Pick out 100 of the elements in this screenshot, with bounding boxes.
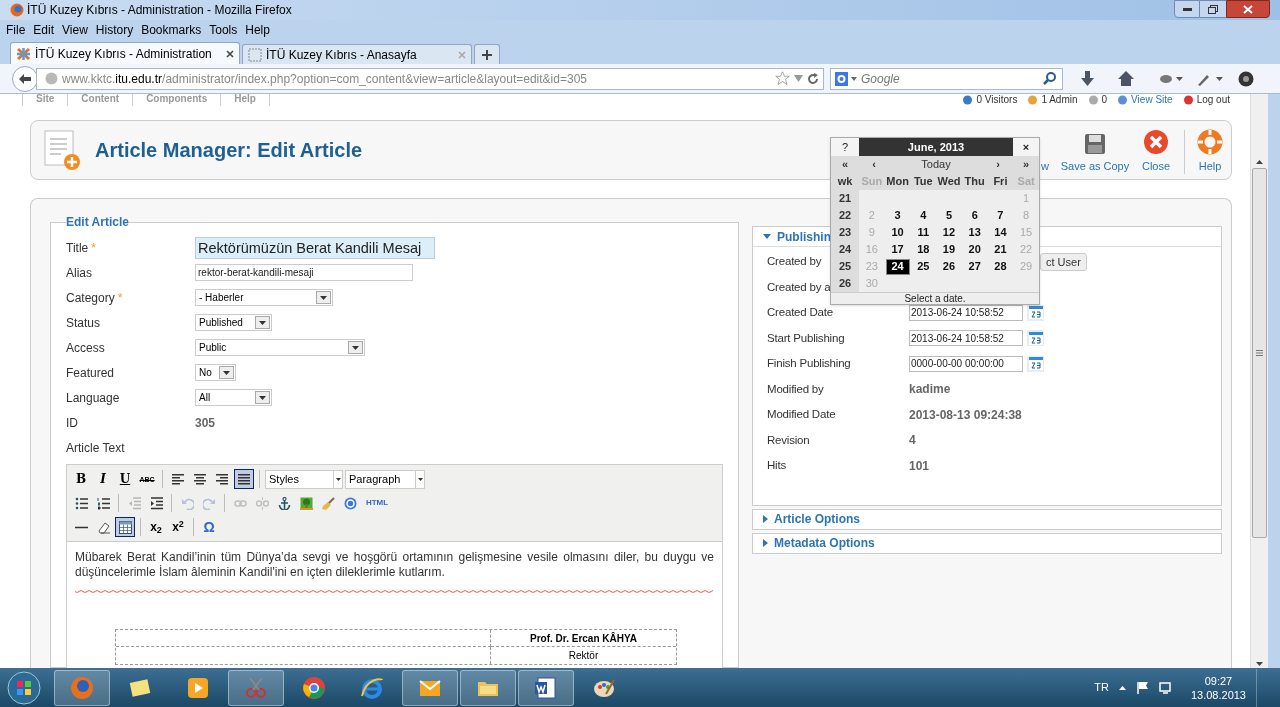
- maximize-button[interactable]: [1200, 0, 1226, 18]
- editor-tool-button[interactable]: HTML: [362, 493, 392, 513]
- toolbar-button[interactable]: Help: [1192, 126, 1228, 174]
- calendar-day[interactable]: 17: [885, 241, 910, 258]
- toolbar-button[interactable]: Close: [1136, 126, 1176, 174]
- today-button[interactable]: Today: [921, 156, 951, 173]
- search-engine-icon[interactable]: [835, 71, 857, 86]
- calendar-day[interactable]: 28: [988, 258, 1013, 275]
- date-field[interactable]: 2013-06-24 10:58:52: [909, 330, 1023, 347]
- date-field[interactable]: 2013-06-24 10:58:52: [909, 304, 1023, 321]
- download-arrow-icon[interactable]: [1081, 71, 1094, 86]
- reload-icon[interactable]: [807, 72, 819, 85]
- calendar-day[interactable]: 13: [962, 224, 987, 241]
- date-field[interactable]: 0000-00-00 00:00:00: [909, 355, 1023, 372]
- indent-icon: [149, 496, 163, 510]
- select-user-button[interactable]: ct User: [1040, 252, 1087, 271]
- text-field[interactable]: rektor-berat-kandili-mesaji: [195, 264, 413, 281]
- taskbar-app[interactable]: [518, 669, 574, 706]
- start-button[interactable]: [4, 668, 44, 707]
- new-tab-button[interactable]: [474, 44, 500, 64]
- menu-item[interactable]: Edit: [29, 20, 59, 39]
- calendar-button[interactable]: [1027, 355, 1044, 372]
- back-button[interactable]: [12, 65, 38, 92]
- scroll-up-icon[interactable]: [1256, 160, 1263, 164]
- scrollbar-thumb[interactable]: [1252, 168, 1267, 538]
- calendar-day[interactable]: 12: [937, 224, 961, 241]
- select-field[interactable]: Published: [195, 314, 272, 331]
- text-field[interactable]: Rektörümüzün Berat Kandili Mesaj: [195, 236, 435, 259]
- calendar-day[interactable]: 20: [962, 241, 987, 258]
- scroll-down-icon[interactable]: [1256, 662, 1263, 666]
- close-window-button[interactable]: [1226, 0, 1270, 18]
- calendar-day[interactable]: 10: [885, 224, 910, 241]
- calendar-nav-button[interactable]: «: [841, 156, 849, 173]
- select-field[interactable]: - Haberler: [195, 289, 333, 306]
- calendar-day[interactable]: 7: [988, 207, 1013, 224]
- select-field[interactable]: All: [195, 389, 272, 406]
- start-orb-icon: [7, 670, 41, 705]
- close-tab-icon[interactable]: [226, 49, 234, 58]
- calendar-close-button[interactable]: ×: [1013, 138, 1039, 156]
- editor-tool-button[interactable]: x$^{2}$: [168, 517, 188, 537]
- toolbar-button[interactable]: w: [1038, 126, 1052, 174]
- select-field[interactable]: No: [195, 364, 236, 381]
- editor-tool-button[interactable]: x$_{2}$: [146, 517, 166, 537]
- clock[interactable]: 09:27 13.08.2013: [1190, 673, 1246, 702]
- blank-page-icon: [248, 47, 262, 62]
- editor-tool-button[interactable]: [115, 517, 135, 537]
- calendar-day[interactable]: 11: [911, 224, 936, 241]
- star-icon[interactable]: [775, 71, 790, 86]
- toolbar-button[interactable]: Save as Copy: [1060, 126, 1130, 174]
- calendar-day[interactable]: 14: [988, 224, 1013, 241]
- calendar-day[interactable]: 4: [911, 207, 936, 224]
- menu-item[interactable]: View: [58, 20, 92, 39]
- home-icon[interactable]: [1118, 71, 1134, 86]
- editor-tool-button[interactable]: B: [71, 469, 91, 489]
- dropdown-icon[interactable]: [794, 75, 803, 82]
- calendar-day[interactable]: 3: [885, 207, 910, 224]
- browser-tab[interactable]: İTÜ Kuzey Kıbrıs - Administration: [10, 42, 240, 64]
- calendar-nav-button[interactable]: »: [1022, 156, 1030, 173]
- calendar-day[interactable]: 5: [937, 207, 961, 224]
- taskbar-app[interactable]: [402, 669, 458, 706]
- calendar-button[interactable]: [1027, 304, 1044, 321]
- calendar-day[interactable]: 18: [911, 241, 936, 258]
- calendar-day[interactable]: 26: [937, 258, 961, 275]
- editor-tool-button[interactable]: U: [115, 469, 135, 489]
- address-field[interactable]: www.kktc.itu.edu.tr/administrator/index.php?option=com_content&view=article&layout=edit&id=305: [36, 67, 824, 90]
- show-hidden-icons-icon[interactable]: [1118, 685, 1126, 690]
- calendar-day[interactable]: 25: [911, 258, 936, 275]
- calendar-month-title: June, 2013: [859, 138, 1013, 156]
- minimize-button[interactable]: [1174, 0, 1200, 18]
- calendar-day[interactable]: 24: [885, 258, 910, 275]
- taskbar-app[interactable]: [54, 669, 110, 706]
- status-link[interactable]: View Site: [1131, 95, 1173, 105]
- taskbar-app[interactable]: [460, 669, 516, 706]
- format-dropdown[interactable]: Styles: [265, 469, 343, 489]
- calendar-day[interactable]: 27: [962, 258, 987, 275]
- editor-tool-button[interactable]: Ω: [199, 517, 219, 537]
- menu-item[interactable]: Tools: [205, 20, 242, 39]
- calendar-day[interactable]: 21: [988, 241, 1013, 258]
- calendar-help-button[interactable]: ?: [831, 138, 859, 156]
- addon-badge-icon[interactable]: [1238, 70, 1254, 87]
- calendar-day[interactable]: 19: [937, 241, 961, 258]
- editor-tool-button[interactable]: I: [93, 469, 113, 489]
- search-field[interactable]: Google: [830, 67, 1063, 90]
- format-dropdown[interactable]: Paragraph: [345, 469, 425, 489]
- menu-item[interactable]: Bookmarks: [137, 20, 206, 39]
- language-indicator[interactable]: TR: [1094, 679, 1109, 696]
- calendar-day[interactable]: 6: [962, 207, 987, 224]
- search-input[interactable]: Google: [861, 69, 1039, 88]
- browser-tab[interactable]: İTÜ Kuzey Kıbrıs - Anasayfa: [242, 44, 472, 64]
- menu-item[interactable]: History: [91, 20, 138, 39]
- scrollbar[interactable]: [1250, 94, 1268, 668]
- select-field[interactable]: Public: [195, 339, 365, 356]
- flag-icon[interactable]: [1135, 681, 1149, 694]
- status-link[interactable]: Log out: [1196, 95, 1230, 105]
- search-icon[interactable]: [1043, 72, 1056, 85]
- editor-tool-button[interactable]: [234, 469, 254, 489]
- menu-item[interactable]: Help: [241, 20, 274, 39]
- menu-item[interactable]: File: [2, 20, 30, 39]
- monitor-icon[interactable]: [1158, 681, 1173, 694]
- calendar-button[interactable]: [1027, 330, 1044, 347]
